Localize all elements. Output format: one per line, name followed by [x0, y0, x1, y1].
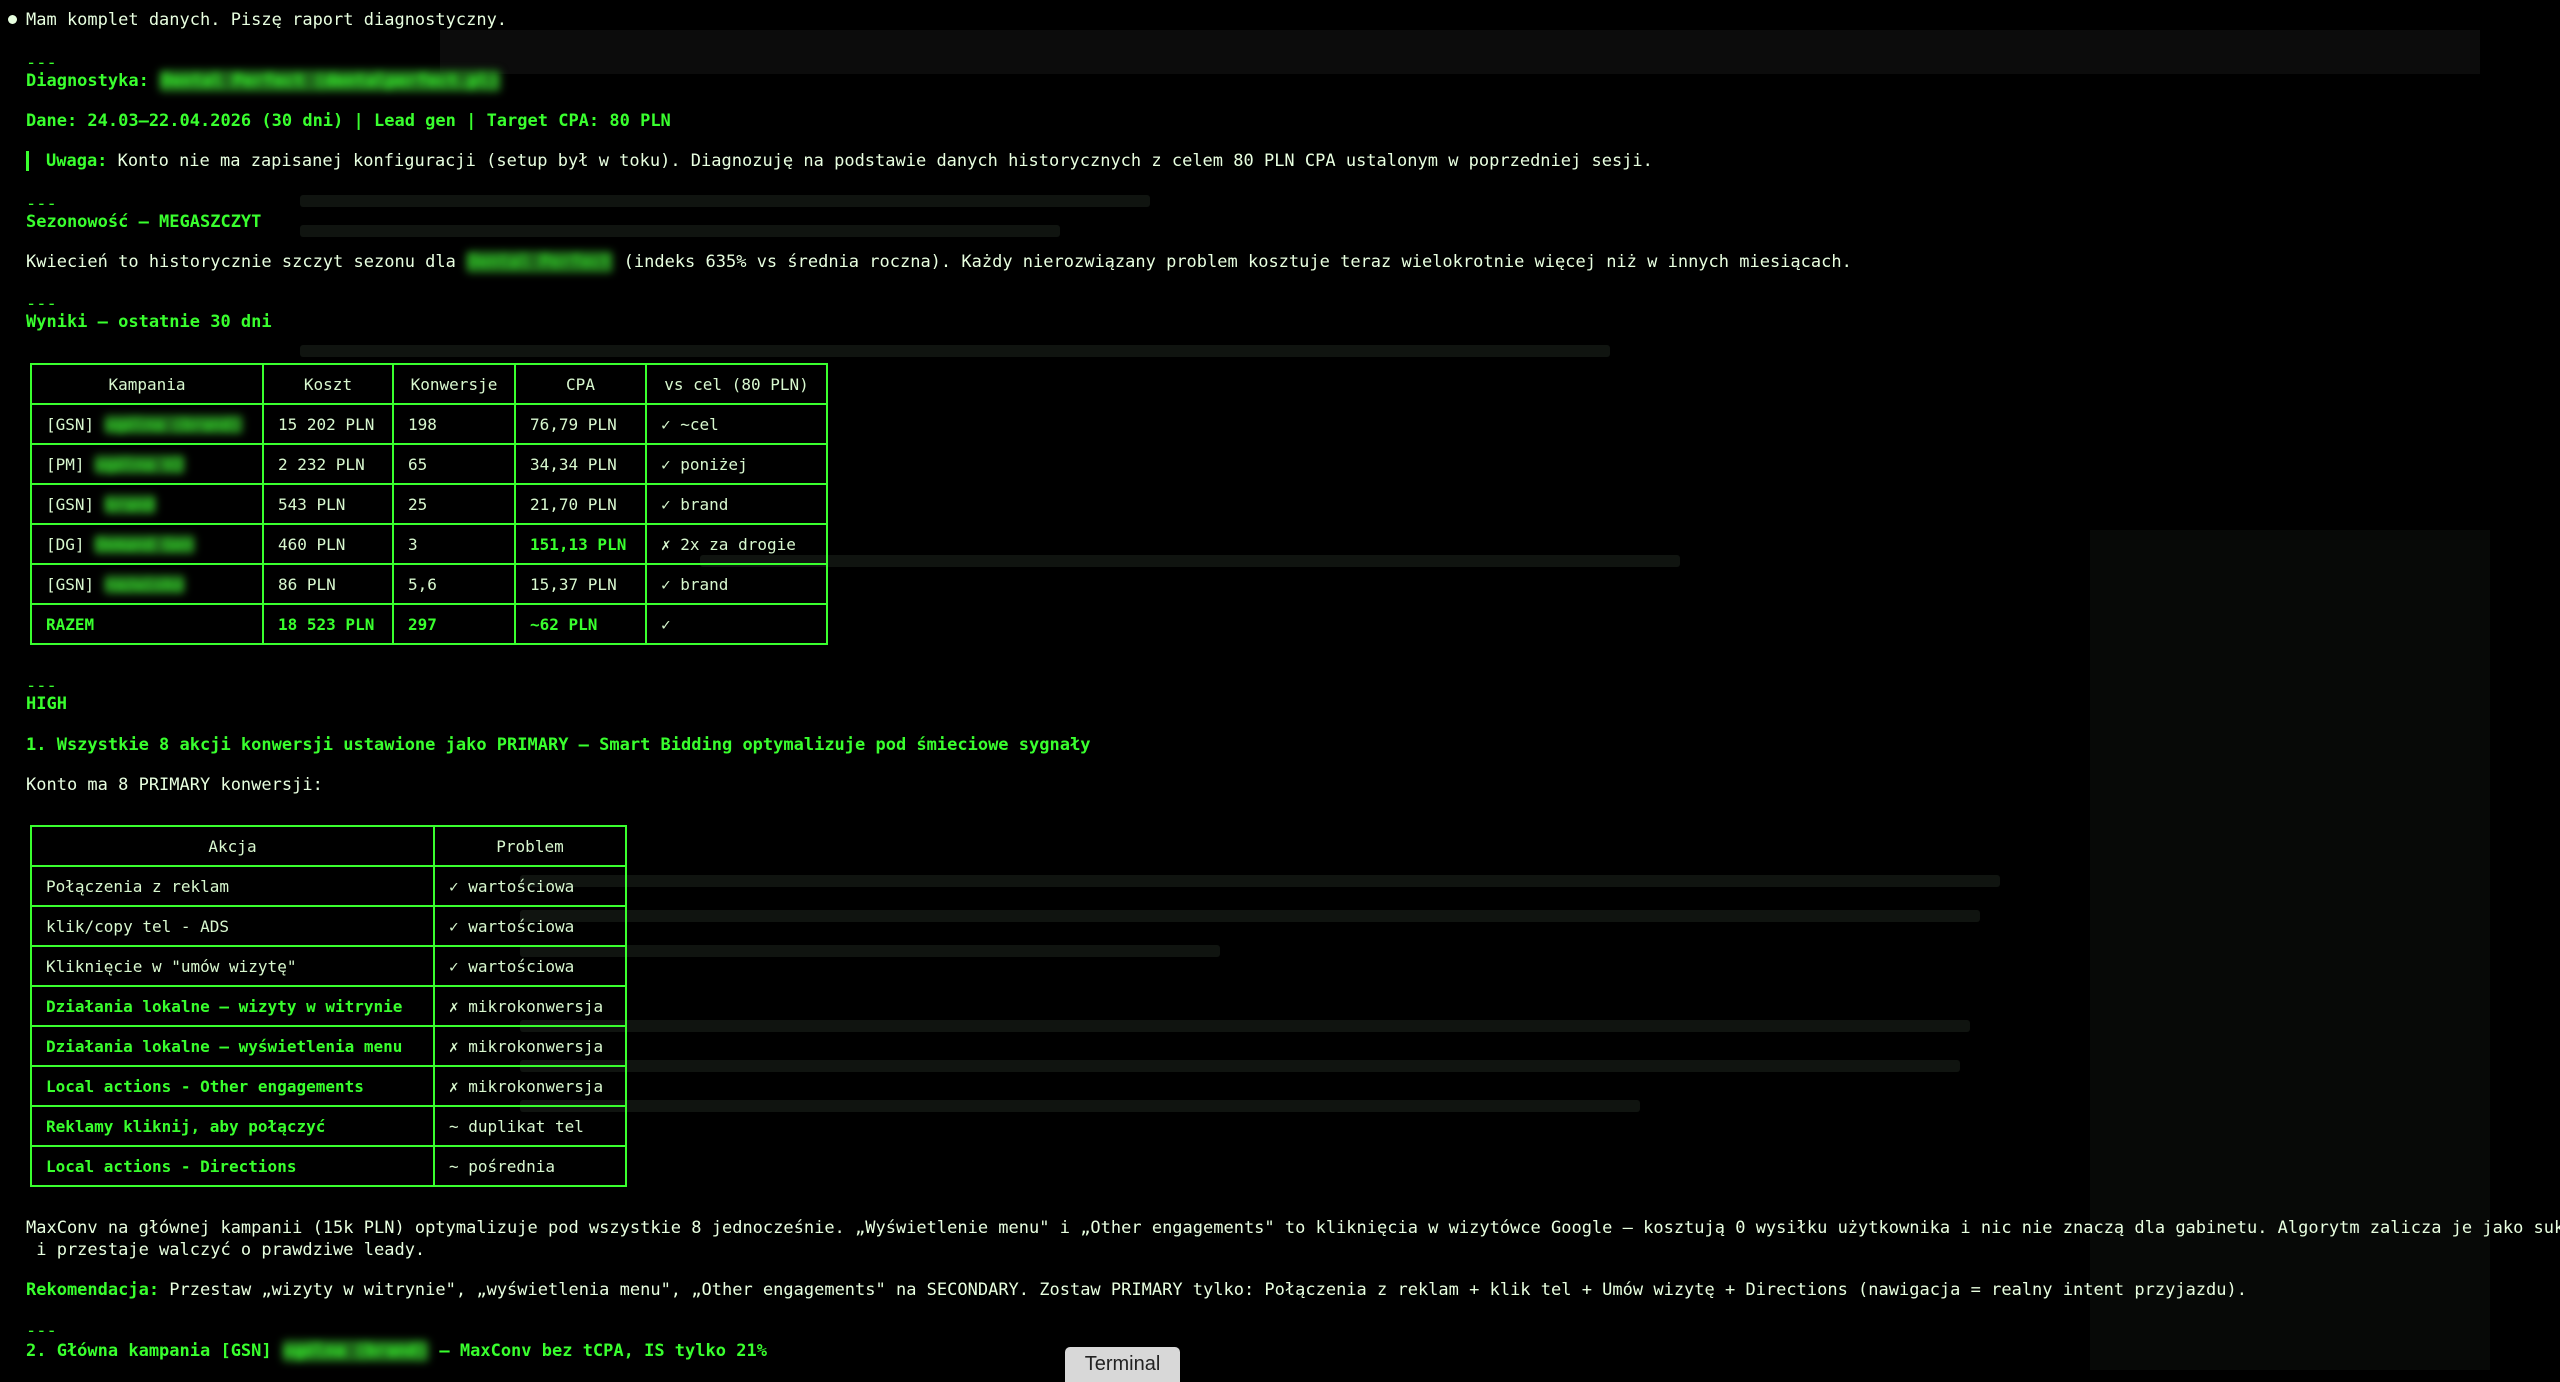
conv-cell: 65 — [392, 443, 516, 485]
conv-cell: 198 — [392, 403, 516, 445]
total-conv: 297 — [392, 603, 516, 645]
total-vs: ✓ — [645, 603, 828, 645]
cpa-cell: 15,37 PLN — [514, 563, 647, 605]
total-label: RAZEM — [30, 603, 264, 645]
table-row: [GSN] brand 543 PLN 25 21,70 PLN ✓ brand — [30, 483, 828, 525]
cpa-cell: 34,34 PLN — [514, 443, 647, 485]
separator: --- — [26, 1321, 57, 1341]
table-row: Kliknięcie w "umów wizytę" ✓ wartościowa — [30, 945, 627, 987]
problem-cell: ✗ mikrokonwersja — [433, 1065, 627, 1107]
table-row: Działania lokalne – wyświetlenia menu ✗ m… — [30, 1025, 627, 1067]
problem-cell: ✓ wartościowa — [433, 945, 627, 987]
high-item-2: 2. Główna kampania [GSN] ogólna (brand) … — [26, 1340, 767, 1362]
campaign-cell: [GSN] ogólna (brand) — [30, 403, 264, 445]
results-heading: Wyniki — ostatnie 30 dni — [26, 312, 272, 332]
action-cell: Local actions - Other engagements — [30, 1065, 435, 1107]
table-row: klik/copy tel - ADS ✓ wartościowa — [30, 905, 627, 947]
quote-bar — [26, 151, 29, 171]
action-cell: klik/copy tel - ADS — [30, 905, 435, 947]
cost-cell: 2 232 PLN — [262, 443, 394, 485]
results-table: Kampania Koszt Konwersje CPA vs cel (80 … — [30, 363, 828, 645]
results-header-row: Kampania Koszt Konwersje CPA vs cel (80 … — [30, 363, 828, 405]
vs-cell: ✗ 2x za drogie — [645, 523, 828, 565]
table-row: Local actions - Other engagements ✗ mikro… — [30, 1065, 627, 1107]
action-cell: Reklamy kliknij, aby połączyć — [30, 1105, 435, 1147]
table-row: [GSN] nazwisko 86 PLN 5,6 15,37 PLN ✓ brand — [30, 563, 828, 605]
table-row: Reklamy kliknij, aby połączyć ~ duplikat … — [30, 1105, 627, 1147]
diag-heading: Diagnostyka: Dental Perfect (dentalperfe… — [26, 70, 501, 92]
terminal-output: Mam komplet danych. Piszę raport diagnos… — [0, 0, 2560, 1382]
vs-cell: ✓ poniżej — [645, 443, 828, 485]
cost-cell: 460 PLN — [262, 523, 394, 565]
bullet-icon — [8, 15, 17, 24]
total-cost: 18 523 PLN — [262, 603, 394, 645]
high-label: HIGH — [26, 694, 67, 714]
conv-cell: 3 — [392, 523, 516, 565]
problem-cell: ✗ mikrokonwersja — [433, 1025, 627, 1067]
redacted-campaign: Demand Gen — [94, 534, 195, 554]
redacted-campaign: ogólna V2 — [94, 454, 185, 474]
campaign-cell: [PM] ogólna V2 — [30, 443, 264, 485]
cost-cell: 15 202 PLN — [262, 403, 394, 445]
table-row: Local actions - Directions ~ pośrednia — [30, 1145, 627, 1187]
redacted-campaign: nazwisko — [103, 574, 185, 594]
conversions-header-row: Akcja Problem — [30, 825, 627, 867]
maxconv-line-2: i przestaje walczyć o prawdziwe leady. — [26, 1240, 426, 1260]
conv-cell: 5,6 — [392, 563, 516, 605]
high-item-1: 1. Wszystkie 8 akcji konwersji ustawione… — [26, 735, 1091, 755]
maxconv-line-1: MaxConv na głównej kampanii (15k PLN) op… — [26, 1218, 2560, 1238]
campaign-cell: [GSN] brand — [30, 483, 264, 525]
vs-cell: ✓ brand — [645, 563, 828, 605]
redacted-campaign: ogólna (brand) — [103, 414, 243, 434]
redacted-client: Dental Perfect (dentalperfect.pl) — [159, 70, 501, 92]
action-cell: Połączenia z reklam — [30, 865, 435, 907]
recommendation-line: Rekomendacja: Przestaw „wizyty w witryni… — [26, 1280, 2247, 1300]
cpa-cell: 76,79 PLN — [514, 403, 647, 445]
action-cell: Local actions - Directions — [30, 1145, 435, 1187]
action-cell: Działania lokalne – wizyty w witrynie — [30, 985, 435, 1027]
season-heading: Sezonowość — MEGASZCZYT — [26, 212, 262, 232]
action-cell: Działania lokalne – wyświetlenia menu — [30, 1025, 435, 1067]
meta-line: Dane: 24.03–22.04.2026 (30 dni) | Lead g… — [26, 111, 671, 131]
total-row: RAZEM 18 523 PLN 297 ~62 PLN ✓ — [30, 603, 828, 645]
redacted-campaign: brand — [103, 494, 156, 514]
vs-cell: ✓ brand — [645, 483, 828, 525]
conversions-table: Akcja Problem Połączenia z reklam ✓ warto… — [30, 825, 627, 1187]
table-row: [GSN] ogólna (brand) 15 202 PLN 198 76,79 P… — [30, 403, 828, 445]
vs-cell: ✓ ~cel — [645, 403, 828, 445]
season-text: Kwiecień to historycznie szczyt sezonu d… — [26, 251, 1852, 273]
redacted-campaign: ogólna (brand) — [281, 1340, 430, 1362]
campaign-cell: [DG] Demand Gen — [30, 523, 264, 565]
cpa-cell: 151,13 PLN — [514, 523, 647, 565]
total-cpa: ~62 PLN — [514, 603, 647, 645]
problem-cell: ✓ wartościowa — [433, 905, 627, 947]
table-row: Działania lokalne – wizyty w witrynie ✗ m… — [30, 985, 627, 1027]
table-row: [PM] ogólna V2 2 232 PLN 65 34,34 PLN ✓ poni… — [30, 443, 828, 485]
campaign-cell: [GSN] nazwisko — [30, 563, 264, 605]
cpa-cell: 21,70 PLN — [514, 483, 647, 525]
problem-cell: ~ duplikat tel — [433, 1105, 627, 1147]
problem-cell: ✗ mikrokonwersja — [433, 985, 627, 1027]
cost-cell: 543 PLN — [262, 483, 394, 525]
table-row: [DG] Demand Gen 460 PLN 3 151,13 PLN ✗ 2x za… — [30, 523, 828, 565]
problem-cell: ~ pośrednia — [433, 1145, 627, 1187]
intro-line: Mam komplet danych. Piszę raport diagnos… — [26, 10, 508, 30]
primary-intro: Konto ma 8 PRIMARY konwersji: — [26, 775, 323, 795]
action-cell: Kliknięcie w "umów wizytę" — [30, 945, 435, 987]
cost-cell: 86 PLN — [262, 563, 394, 605]
terminal-tab[interactable]: Terminal — [1065, 1347, 1180, 1382]
redacted-client: Dental Perfect — [466, 251, 614, 273]
problem-cell: ✓ wartościowa — [433, 865, 627, 907]
conv-cell: 25 — [392, 483, 516, 525]
table-row: Połączenia z reklam ✓ wartościowa — [30, 865, 627, 907]
note-line: Uwaga: Konto nie ma zapisanej konfigurac… — [46, 151, 1653, 171]
